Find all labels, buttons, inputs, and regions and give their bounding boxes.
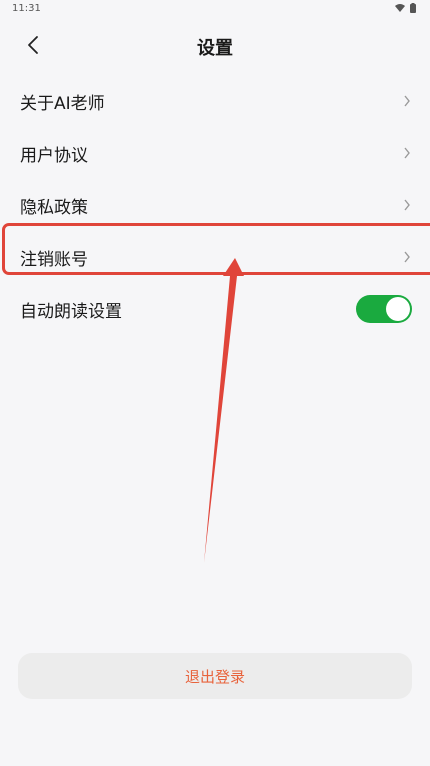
- page-title: 设置: [197, 38, 233, 59]
- status-bar: 11:31: [0, 0, 430, 18]
- settings-item-label: 用户协议: [20, 145, 88, 166]
- toggle-knob: [386, 297, 410, 321]
- settings-item-label: 隐私政策: [20, 197, 88, 218]
- chevron-right-icon: [402, 198, 412, 212]
- wifi-icon: [395, 3, 405, 12]
- status-icons: [395, 3, 416, 13]
- chevron-right-icon: [402, 146, 412, 160]
- settings-item-about-ai-teacher[interactable]: 关于AI老师: [0, 75, 430, 127]
- settings-item-label: 关于AI老师: [20, 93, 105, 114]
- settings-item-delete-account[interactable]: 注销账号: [0, 231, 430, 283]
- auto-read-toggle[interactable]: [356, 295, 412, 323]
- nav-bar: 设置: [0, 22, 430, 68]
- chevron-right-icon: [402, 250, 412, 264]
- chevron-right-icon: [402, 94, 412, 108]
- battery-icon: [410, 3, 416, 13]
- settings-item-user-agreement[interactable]: 用户协议: [0, 127, 430, 179]
- logout-button[interactable]: 退出登录: [18, 653, 412, 699]
- status-time: 11:31: [12, 3, 41, 14]
- settings-item-privacy-policy[interactable]: 隐私政策: [0, 179, 430, 231]
- settings-list: 关于AI老师 用户协议 隐私政策 注销账号 自动朗读设置: [0, 75, 430, 335]
- settings-item-label: 注销账号: [20, 249, 88, 270]
- settings-item-auto-read: 自动朗读设置: [0, 283, 430, 335]
- settings-item-label: 自动朗读设置: [20, 301, 122, 322]
